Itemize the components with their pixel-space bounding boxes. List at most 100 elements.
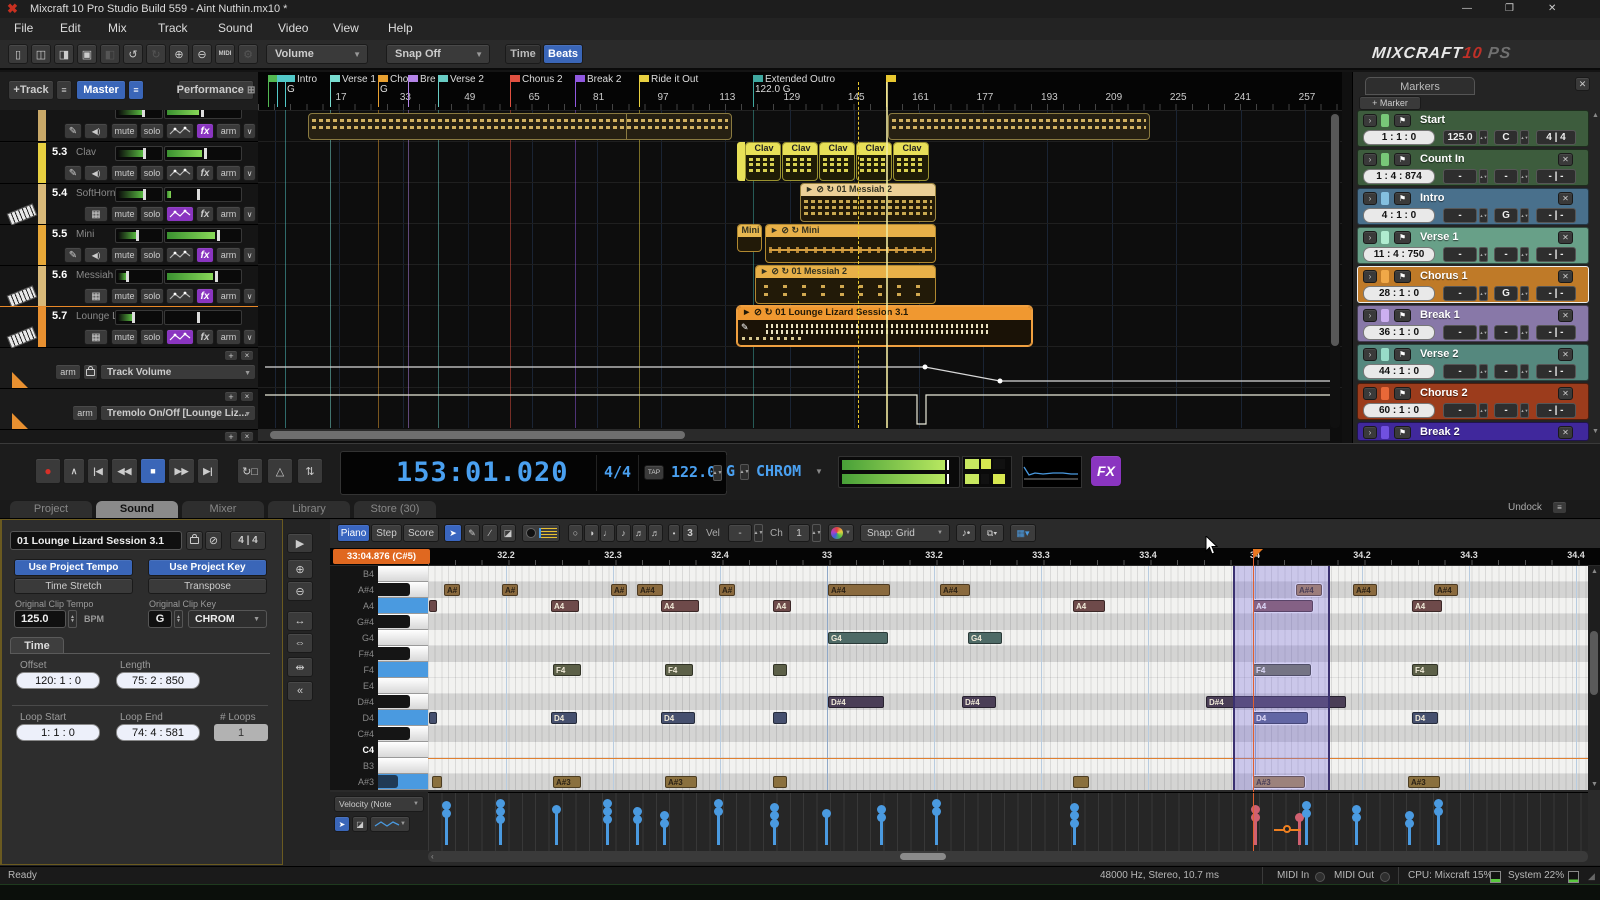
automation-envelope-button[interactable] xyxy=(166,165,194,181)
midi-note-A#3[interactable]: A#3 xyxy=(1408,776,1440,788)
track-collapse-chevron[interactable]: ∨ xyxy=(243,123,256,139)
tab-mixer[interactable]: Mixer xyxy=(182,501,264,518)
grid-scroll-down-icon[interactable]: ▼ xyxy=(1591,781,1598,788)
track-volume-slider[interactable] xyxy=(115,310,163,325)
marker-row-verse-2[interactable]: ›⚑Verse 2✕44 : 1 : 0-▲▼-▲▼- | - xyxy=(1357,344,1589,381)
clav-clip[interactable]: Clav xyxy=(893,142,929,181)
loop-end-field[interactable]: 74: 4 : 581 xyxy=(116,724,200,741)
marker-key-stepper[interactable]: ▲▼ xyxy=(1520,169,1529,184)
undock-button[interactable]: Undock xyxy=(1508,502,1542,513)
midi-note-D4[interactable]: D4 xyxy=(1412,712,1438,724)
markers-tab[interactable]: Markers xyxy=(1365,77,1475,95)
midi-clip[interactable] xyxy=(888,113,1150,140)
lane-arm-button[interactable]: arm xyxy=(55,364,81,380)
piano-key-E4[interactable] xyxy=(378,678,428,694)
midi-note-D#4[interactable]: D#4 xyxy=(828,696,884,708)
lane-parameter-dropdown[interactable]: Tremolo On/Off [Lounge Liz...▼ xyxy=(100,405,256,421)
piano-keys-icon[interactable]: ▦ xyxy=(84,288,108,304)
marker-flag-icon[interactable]: ⚑ xyxy=(1394,309,1411,322)
solo-button[interactable]: solo xyxy=(140,247,164,263)
import-icon[interactable]: ◨ xyxy=(54,44,74,64)
length-field[interactable]: 75: 2 : 850 xyxy=(116,672,200,689)
track-volume-slider[interactable] xyxy=(115,228,163,243)
loop-start-field[interactable]: 1: 1 : 0 xyxy=(16,724,100,741)
volume-handle[interactable] xyxy=(143,189,146,200)
velocity-drag-handle[interactable] xyxy=(1283,825,1291,833)
offset-field[interactable]: 120: 1 : 0 xyxy=(16,672,100,689)
maximize-button[interactable]: ❐ xyxy=(1505,3,1514,14)
midi-note-small[interactable] xyxy=(1073,776,1089,788)
arm-button[interactable]: arm xyxy=(216,329,241,345)
piano-keys-icon[interactable]: ▦ xyxy=(84,206,108,222)
automation-curve-tremolo[interactable] xyxy=(265,388,1330,428)
marker-flag-icon[interactable] xyxy=(379,75,388,82)
speaker-icon[interactable]: ◀) xyxy=(84,247,108,263)
piano-key-C4[interactable] xyxy=(378,742,428,758)
velocity-ball[interactable] xyxy=(1405,819,1414,828)
marker-delete-button[interactable]: ✕ xyxy=(1558,153,1573,166)
midi-note-G4[interactable]: G4 xyxy=(968,632,1002,644)
marker-signature-field[interactable]: - | - xyxy=(1536,325,1576,340)
stop-button[interactable]: ■ xyxy=(140,458,166,484)
marker-position-field[interactable]: 36 : 1 : 0 xyxy=(1363,325,1435,340)
piano-keys-icon[interactable]: ▦ xyxy=(84,329,108,345)
velocity-ball[interactable] xyxy=(714,807,723,816)
marker-tempo-field[interactable]: - xyxy=(1443,208,1477,223)
marker-flag-icon[interactable] xyxy=(439,75,448,82)
piano-key-D#4[interactable] xyxy=(378,694,428,710)
scale-dropdown[interactable]: CHROM ▼ xyxy=(188,610,267,628)
marker-tempo-field[interactable]: - xyxy=(1443,169,1477,184)
menu-video[interactable]: Video xyxy=(278,21,308,35)
add-track-button[interactable]: +Track xyxy=(8,80,54,100)
marker-row-break-2[interactable]: ›⚑Break 2✕ xyxy=(1357,422,1589,441)
velocity-ball[interactable] xyxy=(660,819,669,828)
mute-button[interactable]: mute xyxy=(111,165,138,181)
bpm-stepper[interactable]: ▲▼ xyxy=(713,465,722,481)
track-volume-slider[interactable] xyxy=(115,146,163,161)
marker-key-field[interactable]: - xyxy=(1494,364,1518,379)
channel-stepper[interactable]: ▲▼ xyxy=(812,524,821,542)
marker-flag-icon[interactable] xyxy=(511,75,520,82)
mute-clip-button[interactable]: ⊘ xyxy=(205,531,222,550)
solo-button[interactable]: solo xyxy=(140,165,164,181)
draw-tool-button[interactable]: ✎ xyxy=(464,524,480,542)
mute-button[interactable]: mute xyxy=(111,206,138,222)
menu-view[interactable]: View xyxy=(333,21,359,35)
track-volume-slider[interactable] xyxy=(115,110,163,119)
marker-tempo-stepper[interactable]: ▲▼ xyxy=(1479,169,1488,184)
piano-key-A4[interactable] xyxy=(378,598,428,614)
transport-signature[interactable]: 4/4 xyxy=(604,463,631,481)
velocity-ball[interactable] xyxy=(770,819,779,828)
menu-edit[interactable]: Edit xyxy=(60,21,81,35)
tab-score[interactable]: Score xyxy=(403,524,439,542)
marker-color-chip[interactable] xyxy=(1381,270,1389,283)
midi-note-small[interactable] xyxy=(773,776,787,788)
automation-envelope-button[interactable] xyxy=(166,123,194,139)
loop-mode-button[interactable]: ↻□ xyxy=(237,458,263,484)
tab-project[interactable]: Project xyxy=(10,501,92,518)
save-icon[interactable]: ▣ xyxy=(77,44,97,64)
fx-button[interactable]: fx xyxy=(196,123,214,139)
close-button[interactable]: ✕ xyxy=(1548,3,1556,14)
marker-delete-button[interactable]: ✕ xyxy=(1558,426,1573,439)
marker-flag-icon[interactable]: ⚑ xyxy=(1394,387,1411,400)
snap-grid-dropdown[interactable]: Snap: Grid▼ xyxy=(860,524,950,542)
marker-flag-icon[interactable] xyxy=(640,75,649,82)
marker-flag-icon[interactable] xyxy=(331,75,340,82)
volume-handle[interactable] xyxy=(142,110,145,117)
tab-step[interactable]: Step xyxy=(371,524,402,542)
h-zoom-out-icon[interactable]: ⇔ xyxy=(287,633,313,653)
tab-piano[interactable]: Piano xyxy=(337,524,370,542)
marker-delete-button[interactable]: ✕ xyxy=(1558,270,1573,283)
fx-button[interactable]: FX xyxy=(1090,455,1122,487)
marker-flag-icon[interactable] xyxy=(286,75,295,82)
piano-key-G#4[interactable] xyxy=(378,614,428,630)
marker-row-start[interactable]: ›⚑Start1 : 1 : 0125.0▲▼C▲▼4 | 4 xyxy=(1357,110,1589,147)
fx-button[interactable]: fx xyxy=(196,206,214,222)
velocity-ball[interactable] xyxy=(932,807,941,816)
lane-arm-button[interactable]: arm xyxy=(72,405,98,421)
tab-sound[interactable]: Sound xyxy=(96,501,178,518)
marker-key-field[interactable]: - xyxy=(1494,169,1518,184)
undock-icon[interactable]: ≡ xyxy=(1552,501,1567,514)
panel-scroll-down-icon[interactable]: ▼ xyxy=(1592,428,1599,435)
